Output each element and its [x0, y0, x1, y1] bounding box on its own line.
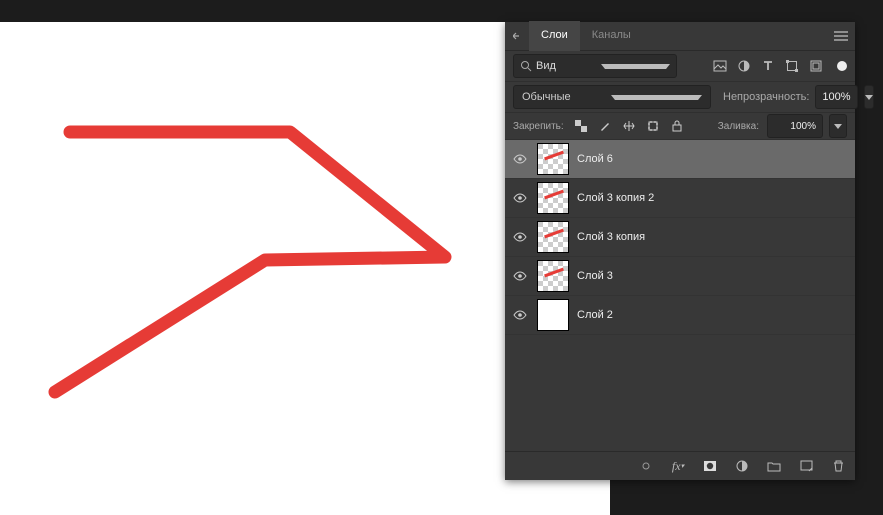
panel-collapse-button[interactable]: [505, 22, 529, 50]
layer-row[interactable]: Слой 3: [505, 257, 855, 296]
layer-thumbnail[interactable]: [537, 260, 569, 292]
lock-row: Закрепить: Заливка: 100%: [505, 113, 855, 140]
fill-stepper[interactable]: [829, 114, 847, 138]
opacity-value: 100%: [822, 91, 850, 103]
tab-label: Каналы: [592, 29, 631, 41]
fill-label: Заливка:: [718, 121, 759, 132]
lock-label: Закрепить:: [513, 121, 564, 132]
tab-layers[interactable]: Слои: [529, 21, 580, 51]
filter-toggle-switch[interactable]: [837, 61, 847, 71]
app-topbar: [0, 0, 883, 22]
layer-row[interactable]: Слой 3 копия 2: [505, 179, 855, 218]
visibility-toggle[interactable]: [511, 189, 529, 207]
visibility-toggle[interactable]: [511, 150, 529, 168]
visibility-toggle[interactable]: [511, 267, 529, 285]
fill-value: 100%: [790, 121, 816, 132]
filter-shape-icon[interactable]: [783, 57, 801, 75]
panel-header: Слои Каналы: [505, 22, 855, 51]
filter-pixel-icon[interactable]: [711, 57, 729, 75]
adjustment-layer-button[interactable]: [733, 457, 751, 475]
search-icon: [520, 60, 532, 72]
layer-name[interactable]: Слой 2: [577, 309, 613, 321]
blend-mode-select[interactable]: Обычные: [513, 85, 711, 109]
panel-footer: fx▾: [505, 451, 855, 480]
layer-thumbnail[interactable]: [537, 221, 569, 253]
opacity-label: Непрозрачность:: [723, 91, 809, 103]
filter-label: Вид: [536, 60, 597, 72]
layer-name[interactable]: Слой 3: [577, 270, 613, 282]
filter-smartobject-icon[interactable]: [807, 57, 825, 75]
filter-row: Вид: [505, 51, 855, 82]
new-layer-button[interactable]: [797, 457, 815, 475]
chevron-down-icon: [865, 95, 873, 100]
layer-filter-select[interactable]: Вид: [513, 54, 677, 78]
tab-channels[interactable]: Каналы: [580, 21, 643, 51]
layer-thumbnail[interactable]: [537, 299, 569, 331]
lock-transparency-icon[interactable]: [572, 117, 590, 135]
blend-row: Обычные Непрозрачность: 100%: [505, 82, 855, 113]
tab-label: Слои: [541, 29, 568, 41]
group-button[interactable]: [765, 457, 783, 475]
link-layers-button[interactable]: [637, 457, 655, 475]
layer-row[interactable]: Слой 2: [505, 296, 855, 335]
layer-name[interactable]: Слой 6: [577, 153, 613, 165]
layer-row[interactable]: Слой 6: [505, 140, 855, 179]
lock-artboard-icon[interactable]: [644, 117, 662, 135]
panel-menu-button[interactable]: [827, 22, 855, 50]
chevron-down-icon: [834, 124, 842, 129]
layer-thumbnail[interactable]: [537, 143, 569, 175]
layer-name[interactable]: Слой 3 копия: [577, 231, 645, 243]
fill-input[interactable]: 100%: [767, 114, 823, 138]
layer-thumbnail[interactable]: [537, 182, 569, 214]
layer-name[interactable]: Слой 3 копия 2: [577, 192, 654, 204]
layer-mask-button[interactable]: [701, 457, 719, 475]
layers-panel: Слои Каналы Вид Обычные Непрозрачность:: [505, 22, 855, 480]
layer-style-button[interactable]: fx▾: [669, 457, 687, 475]
layer-list: Слой 6 Слой 3 копия 2 Слой 3 копия Слой 3 Сл…: [505, 140, 855, 451]
delete-layer-button[interactable]: [829, 457, 847, 475]
visibility-toggle[interactable]: [511, 306, 529, 324]
opacity-stepper[interactable]: [864, 85, 874, 109]
blend-mode-value: Обычные: [522, 91, 605, 103]
layer-row[interactable]: Слой 3 копия: [505, 218, 855, 257]
chevron-down-icon: [611, 95, 702, 100]
lock-all-icon[interactable]: [668, 117, 686, 135]
opacity-input[interactable]: 100%: [815, 85, 857, 109]
lock-position-icon[interactable]: [620, 117, 638, 135]
chevron-down-icon: [601, 64, 670, 69]
filter-type-icon[interactable]: [759, 57, 777, 75]
lock-pixels-icon[interactable]: [596, 117, 614, 135]
visibility-toggle[interactable]: [511, 228, 529, 246]
filter-adjustment-icon[interactable]: [735, 57, 753, 75]
